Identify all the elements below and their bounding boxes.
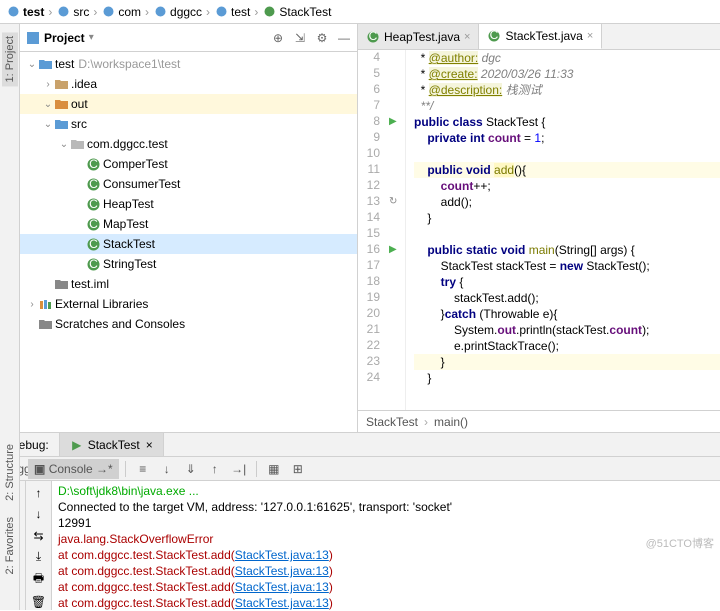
stack-link[interactable]: StackTest.java:13 bbox=[235, 580, 329, 594]
breadcrumb-item[interactable]: test bbox=[214, 5, 250, 19]
tree-item[interactable]: ⌄out bbox=[20, 94, 357, 114]
file-icon bbox=[54, 277, 68, 291]
class-icon: C bbox=[86, 177, 100, 191]
close-icon[interactable]: × bbox=[464, 31, 470, 43]
expand-icon[interactable]: ⇲ bbox=[293, 31, 307, 45]
scratch-icon bbox=[38, 317, 52, 331]
clear-icon[interactable]: 🗑 bbox=[30, 595, 48, 610]
editor-tab[interactable]: CStackTest.java× bbox=[479, 24, 602, 49]
tree-item[interactable]: ›.idea bbox=[20, 74, 357, 94]
project-tree[interactable]: ⌄testD:\workspace1\test›.idea⌄out⌄src⌄co… bbox=[20, 52, 357, 432]
tree-item[interactable]: CStackTest bbox=[20, 234, 357, 254]
editor[interactable]: 456789101112131415161718192021222324 ▶↻▶… bbox=[358, 50, 720, 410]
gear-icon[interactable]: ⚙ bbox=[315, 31, 329, 45]
left-tool-stripe-bottom: 2: Structure 2: Favorites bbox=[0, 432, 20, 610]
tree-item[interactable]: test.iml bbox=[20, 274, 357, 294]
class-icon: C bbox=[86, 217, 100, 231]
tree-item[interactable]: Scratches and Consoles bbox=[20, 314, 357, 334]
dropdown-icon[interactable]: ▾ bbox=[89, 32, 94, 43]
run-gutter-icon[interactable]: ▶ bbox=[389, 116, 397, 127]
stack-link[interactable]: StackTest.java:13 bbox=[235, 596, 329, 610]
svg-text:C: C bbox=[490, 30, 499, 42]
debug-run-tab[interactable]: ▶ StackTest × bbox=[60, 433, 164, 456]
step-over-icon[interactable]: ≡ bbox=[132, 459, 154, 479]
hide-icon[interactable]: — bbox=[337, 31, 351, 45]
svg-text:C: C bbox=[89, 178, 98, 191]
package-icon bbox=[70, 137, 84, 151]
force-step-icon[interactable]: ⇓ bbox=[180, 459, 202, 479]
stack-link[interactable]: StackTest.java:13 bbox=[235, 564, 329, 578]
breadcrumb: test›src›com›dggcc›test›StackTest bbox=[0, 0, 720, 24]
lib-icon bbox=[38, 297, 52, 311]
svg-text:C: C bbox=[89, 218, 98, 231]
run-gutter-icon[interactable]: ▶ bbox=[389, 244, 397, 255]
debug-toolbar: Debugger ▣ Console →* ≡ ↓ ⇓ ↑ →| ▦ ⊞ bbox=[0, 457, 720, 481]
class-icon: C bbox=[86, 257, 100, 271]
close-icon[interactable]: × bbox=[146, 438, 153, 452]
console-output[interactable]: D:\soft\jdk8\bin\java.exe ...Connected t… bbox=[52, 481, 720, 610]
class-icon: C bbox=[86, 197, 100, 211]
class-icon: C bbox=[487, 29, 501, 43]
run-config-icon: ▶ bbox=[70, 438, 84, 452]
project-tool-window: Project ▾ ⊕ ⇲ ⚙ — ⌄testD:\workspace1\tes… bbox=[20, 24, 358, 432]
side-tab-favorites[interactable]: 2: Favorites bbox=[2, 513, 18, 578]
gutter-marks[interactable]: ▶ ↻ ▶ bbox=[386, 50, 406, 410]
evaluate-icon[interactable]: ▦ bbox=[263, 459, 285, 479]
side-tab-project[interactable]: 1: Project bbox=[2, 32, 18, 86]
tree-item[interactable]: CStringTest bbox=[20, 254, 357, 274]
module-icon bbox=[38, 57, 52, 71]
side-tab-structure[interactable]: 2: Structure bbox=[2, 440, 18, 505]
close-icon[interactable]: × bbox=[587, 30, 593, 42]
project-icon bbox=[26, 31, 40, 45]
debug-tool-window: Debug: ▶ StackTest × Debugger ▣ Console … bbox=[0, 432, 720, 610]
stack-link[interactable]: StackTest.java:13 bbox=[235, 548, 329, 562]
tree-item[interactable]: CComperTest bbox=[20, 154, 357, 174]
class-icon: C bbox=[366, 30, 380, 44]
print-icon[interactable]: 🖶 bbox=[30, 571, 48, 589]
recursive-gutter-icon[interactable]: ↻ bbox=[389, 196, 397, 207]
editor-area: CHeapTest.java×CStackTest.java× 45678910… bbox=[358, 24, 720, 432]
up-stack-icon[interactable]: ↑ bbox=[30, 485, 48, 500]
tree-item[interactable]: CConsumerTest bbox=[20, 174, 357, 194]
down-stack-icon[interactable]: ↓ bbox=[30, 506, 48, 521]
left-tool-stripe: 1: Project bbox=[0, 24, 20, 432]
breadcrumb-item[interactable]: test bbox=[6, 5, 44, 19]
editor-tab[interactable]: CHeapTest.java× bbox=[358, 24, 479, 49]
tree-item[interactable]: ⌄src bbox=[20, 114, 357, 134]
soft-wrap-icon[interactable]: ⇆ bbox=[30, 528, 48, 543]
tree-item[interactable]: ›External Libraries bbox=[20, 294, 357, 314]
svg-text:C: C bbox=[369, 31, 378, 43]
run-to-cursor-icon[interactable]: →| bbox=[228, 459, 250, 479]
scroll-end-icon[interactable]: ⤓ bbox=[30, 549, 48, 564]
tree-item[interactable]: ⌄com.dggcc.test bbox=[20, 134, 357, 154]
project-panel-title: Project bbox=[44, 31, 85, 45]
breadcrumb-item[interactable]: StackTest bbox=[262, 5, 331, 19]
editor-tabs: CHeapTest.java×CStackTest.java× bbox=[358, 24, 720, 50]
trace-icon[interactable]: ⊞ bbox=[287, 459, 309, 479]
svg-text:C: C bbox=[89, 258, 98, 271]
breadcrumb-item[interactable]: dggcc bbox=[153, 5, 202, 19]
class-icon: C bbox=[86, 237, 100, 251]
breadcrumb-item[interactable]: com bbox=[101, 5, 141, 19]
class-icon: C bbox=[86, 157, 100, 171]
console-tab[interactable]: ▣ Console →* bbox=[28, 459, 119, 479]
code-area[interactable]: * @author: dgc * @create: 2020/03/26 11:… bbox=[406, 50, 720, 410]
tree-item[interactable]: ⌄testD:\workspace1\test bbox=[20, 54, 357, 74]
svg-text:C: C bbox=[89, 198, 98, 211]
editor-breadcrumb[interactable]: StackTest›main() bbox=[358, 410, 720, 432]
folder-src-icon bbox=[54, 117, 68, 131]
line-numbers: 456789101112131415161718192021222324 bbox=[358, 50, 386, 410]
folder-icon bbox=[54, 77, 68, 91]
breadcrumb-item[interactable]: src bbox=[56, 5, 89, 19]
svg-text:C: C bbox=[89, 238, 98, 251]
tree-item[interactable]: CMapTest bbox=[20, 214, 357, 234]
tree-item[interactable]: CHeapTest bbox=[20, 194, 357, 214]
step-out-icon[interactable]: ↑ bbox=[204, 459, 226, 479]
folder-out-icon bbox=[54, 97, 68, 111]
svg-text:C: C bbox=[89, 158, 98, 171]
locate-icon[interactable]: ⊕ bbox=[271, 31, 285, 45]
console-side-toolbar: ↑ ↓ ⇆ ⤓ 🖶 🗑 bbox=[26, 481, 52, 610]
step-into-icon[interactable]: ↓ bbox=[156, 459, 178, 479]
